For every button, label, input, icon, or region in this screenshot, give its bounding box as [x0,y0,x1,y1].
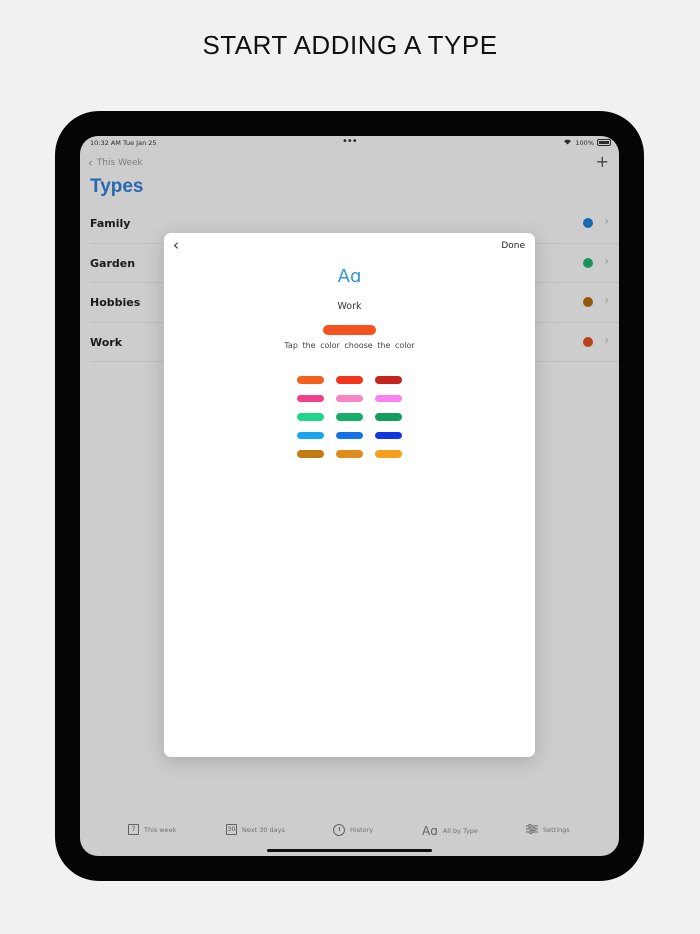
color-swatch[interactable] [375,450,402,458]
headline: START ADDING A TYPE [202,30,498,60]
tablet-frame: 10:32 AM Tue Jan 25 ••• 100% ‹ This Week… [55,111,644,881]
color-swatch[interactable] [375,431,402,439]
home-indicator [267,849,432,852]
type-aa-icon: Aɑ [337,266,362,287]
app-screen: 10:32 AM Tue Jan 25 ••• 100% ‹ This Week… [80,136,619,856]
type-name-field[interactable]: Work [164,301,535,312]
color-swatch[interactable] [336,413,363,421]
color-swatch[interactable] [375,376,402,384]
color-swatch[interactable] [297,394,324,402]
color-swatch[interactable] [375,394,402,402]
type-editor-modal: ‹ Done Aɑ Work Tap the color choose the … [164,233,535,757]
color-palette [297,376,403,458]
color-swatch[interactable] [336,431,363,439]
color-swatch[interactable] [336,376,363,384]
color-swatch[interactable] [297,413,324,421]
modal-back-chevron-icon[interactable]: ‹ [173,236,179,254]
done-button[interactable]: Done [501,241,525,251]
selected-color-preview [323,325,376,335]
color-hint-text: Tap the color choose the color [284,341,415,350]
color-swatch[interactable] [297,376,324,384]
color-swatch[interactable] [375,413,402,421]
color-swatch[interactable] [297,450,324,458]
color-swatch[interactable] [336,450,363,458]
color-swatch[interactable] [297,431,324,439]
color-swatch[interactable] [336,394,363,402]
